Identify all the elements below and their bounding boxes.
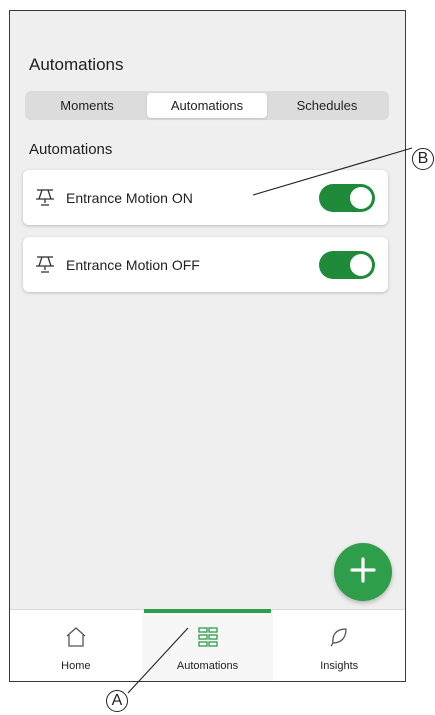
callout-a: A [106,690,128,712]
callout-lines [127,147,413,694]
callout-b: B [412,148,434,170]
